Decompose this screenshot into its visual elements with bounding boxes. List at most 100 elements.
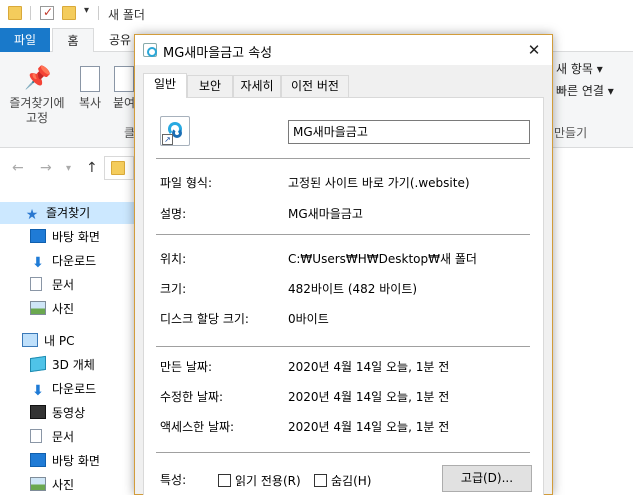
document-icon	[30, 429, 42, 443]
nav-label: 사진	[52, 302, 75, 316]
created-value: 2020년 4월 14일 오늘, 1분 전	[288, 360, 450, 374]
up-arrow-icon[interactable]: ↑	[86, 160, 98, 176]
description-label: 설명:	[160, 207, 187, 221]
nav-label: 문서	[52, 430, 75, 444]
tab-details[interactable]: 자세히	[233, 75, 281, 97]
properties-check-icon[interactable]	[40, 5, 54, 20]
tab-previous-versions[interactable]: 이전 버전	[281, 75, 349, 97]
nav-label: 3D 개체	[52, 358, 95, 372]
modified-label: 수정한 날짜:	[160, 390, 224, 404]
description-value: MG새마을금고	[288, 207, 363, 221]
pin-icon: 📌	[24, 66, 52, 91]
toolbar-separator	[30, 6, 31, 20]
file-name-input[interactable]: MG새마을금고	[288, 120, 530, 144]
nav-desktop-pc[interactable]: 바탕 화면	[30, 450, 100, 472]
divider	[156, 452, 530, 453]
nav-downloads-pc[interactable]: ⬇ 다운로드	[30, 378, 96, 400]
hidden-label: 숨김(H)	[331, 474, 372, 488]
website-shortcut-icon: ↗	[160, 116, 190, 146]
nav-desktop[interactable]: 바탕 화면	[30, 226, 100, 248]
new-group-label: 만들기	[554, 126, 588, 140]
nav-label: 문서	[52, 278, 75, 292]
new-item-button[interactable]: 새 항목 ▾	[556, 60, 603, 77]
recent-dropdown-icon[interactable]: ▾	[66, 163, 71, 174]
checkbox-box[interactable]	[218, 474, 231, 487]
nav-pictures-pc[interactable]: 사진	[30, 474, 74, 495]
dialog-titlebar[interactable]: MG새마을금고 속성 ✕	[135, 35, 552, 65]
size-value: 482바이트 (482 바이트)	[288, 282, 418, 296]
document-icon	[30, 277, 42, 291]
copy-button[interactable]: 복사	[74, 66, 106, 111]
download-icon: ⬇	[32, 383, 44, 399]
divider	[156, 234, 530, 235]
star-icon: ★	[25, 207, 39, 223]
nav-label: 바탕 화면	[52, 454, 100, 468]
window-title: 새 폴더	[108, 8, 145, 22]
created-label: 만든 날짜:	[160, 360, 213, 374]
quick-access-toolbar: ▾ 새 폴더	[0, 0, 633, 28]
paste-button[interactable]: 붙여	[112, 66, 136, 111]
download-icon: ⬇	[32, 255, 44, 271]
forward-arrow-icon[interactable]: →	[40, 160, 52, 176]
modified-value: 2020년 4월 14일 오늘, 1분 전	[288, 390, 450, 404]
size-on-disk-label: 디스크 할당 크기:	[160, 312, 249, 326]
pin-label-line1: 즐겨찾기에	[9, 96, 65, 110]
readonly-checkbox[interactable]: 읽기 전용(R)	[218, 472, 301, 488]
location-value: C:₩Users₩H₩Desktop₩새 폴더	[288, 252, 477, 266]
pin-quick-access-button[interactable]: 📌 즐겨찾기에 고정	[4, 66, 70, 126]
tab-file[interactable]: 파일	[0, 28, 50, 52]
file-type-value: 고정된 사이트 바로 가기(.website)	[288, 176, 470, 190]
customize-dropdown-icon[interactable]: ▾	[84, 5, 89, 16]
new-folder-icon[interactable]	[62, 6, 76, 20]
tab-general[interactable]: 일반	[143, 73, 187, 98]
close-button[interactable]: ✕	[522, 39, 546, 61]
nav-label: 즐겨찾기	[46, 206, 91, 220]
tab-security[interactable]: 보안	[187, 75, 233, 97]
cube-icon	[30, 355, 46, 373]
easy-access-button[interactable]: 빠른 연결 ▾	[556, 82, 614, 99]
back-arrow-icon[interactable]: ←	[12, 160, 24, 176]
nav-label: 바탕 화면	[52, 230, 100, 244]
general-tab-panel: ↗ MG새마을금고 파일 형식: 고정된 사이트 바로 가기(.website)…	[143, 97, 544, 495]
nav-quick-access[interactable]: ★ 즐겨찾기	[0, 202, 134, 224]
picture-icon	[30, 477, 46, 491]
file-list-area[interactable]	[556, 188, 633, 495]
readonly-label: 읽기 전용(R)	[235, 474, 301, 488]
advanced-button[interactable]: 고급(D)...	[442, 465, 532, 492]
nav-3d-objects[interactable]: 3D 개체	[30, 354, 95, 376]
video-icon	[30, 405, 46, 419]
toolbar-separator	[98, 6, 99, 20]
size-label: 크기:	[160, 282, 187, 296]
accessed-value: 2020년 4월 14일 오늘, 1분 전	[288, 420, 450, 434]
desktop-icon	[30, 453, 46, 467]
divider	[156, 158, 530, 159]
attributes-label: 특성:	[160, 473, 187, 487]
nav-pictures[interactable]: 사진	[30, 298, 74, 320]
divider	[156, 346, 530, 347]
nav-downloads[interactable]: ⬇ 다운로드	[30, 250, 96, 272]
folder-icon[interactable]	[8, 6, 22, 20]
nav-this-pc[interactable]: 내 PC	[22, 330, 74, 352]
shortcut-arrow-icon: ↗	[162, 134, 173, 145]
copy-icon	[80, 66, 100, 92]
checkbox-box[interactable]	[314, 474, 327, 487]
nav-documents-pc[interactable]: 문서	[30, 426, 74, 448]
nav-documents[interactable]: 문서	[30, 274, 74, 296]
accessed-label: 액세스한 날짜:	[160, 420, 235, 434]
paste-label: 붙여	[112, 96, 136, 110]
nav-label: 동영상	[52, 406, 86, 420]
hidden-checkbox[interactable]: 숨김(H)	[314, 472, 371, 488]
properties-dialog: MG새마을금고 속성 ✕ 일반 보안 자세히 이전 버전 ↗ MG새마을금고 파…	[134, 34, 553, 495]
folder-icon	[111, 161, 125, 175]
nav-label: 다운로드	[52, 254, 97, 268]
nav-videos[interactable]: 동영상	[30, 402, 85, 424]
nav-label: 다운로드	[52, 382, 97, 396]
dialog-title: MG새마을금고 속성	[163, 46, 273, 61]
website-shortcut-icon	[143, 43, 157, 57]
address-box[interactable]	[104, 156, 134, 180]
copy-label: 복사	[78, 96, 102, 110]
navigation-pane: ★ 즐겨찾기 바탕 화면 ⬇ 다운로드 문서 사진 내 PC 3D 개체 ⬇ 다운로드…	[0, 188, 134, 495]
pin-label-line2: 고정	[25, 111, 49, 125]
ring-icon-part	[172, 128, 182, 138]
tab-home[interactable]: 홈	[52, 28, 94, 53]
